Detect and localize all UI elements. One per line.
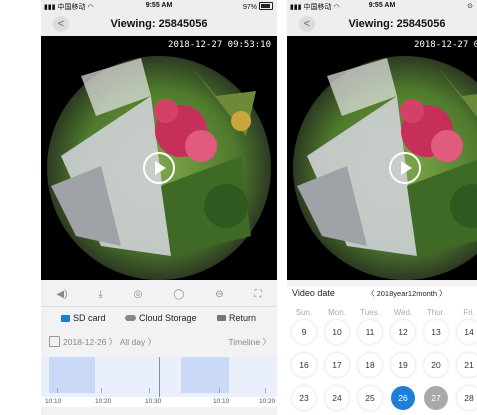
timeline-labels: 10:10 10:20 10:30 10:10 10:20	[41, 397, 277, 407]
battery-icon	[259, 2, 273, 10]
return-button[interactable]: Return	[217, 313, 256, 323]
calendar-day[interactable]: 13	[424, 320, 448, 344]
calendar-day[interactable]: 11	[358, 320, 382, 344]
play-button[interactable]	[143, 152, 175, 184]
video-date-label: Video date	[292, 288, 335, 298]
timeline-segment	[49, 357, 95, 393]
calendar-day[interactable]: 18	[358, 353, 382, 377]
calendar-screen: ▮▮▮ 中国移动 ◠ 9:55 AM ⊙ < Viewing: 25845056	[287, 0, 477, 415]
circle-view-icon[interactable]: ◯	[173, 289, 184, 300]
calendar-day[interactable]: 25	[358, 386, 382, 410]
calendar-day-today[interactable]: 27	[424, 386, 448, 410]
calendar-day[interactable]: 12	[391, 320, 415, 344]
fullscreen-icon[interactable]: ⛶	[255, 289, 262, 300]
cloud-icon	[125, 315, 136, 321]
calendar-day[interactable]: 28	[457, 386, 477, 410]
sd-card-icon	[61, 315, 70, 322]
range-select[interactable]: All day	[120, 337, 146, 347]
video-timestamp: 2018-12-27 09:53:10	[414, 40, 477, 50]
calendar-day[interactable]: 9	[292, 320, 316, 344]
divider	[41, 306, 277, 307]
calendar-day[interactable]: 23	[292, 386, 316, 410]
download-icon[interactable]: ⤓	[98, 289, 102, 300]
cloud-storage-tab[interactable]: Cloud Storage	[125, 313, 197, 323]
timeline-label: 10:10	[213, 398, 230, 405]
page-title: Viewing: 25845056	[348, 18, 446, 30]
recording-timeline[interactable]	[41, 357, 277, 397]
timeline-label: 10:10	[45, 398, 62, 405]
weekday-label: Wed.	[393, 308, 413, 317]
viewer-screen: ▮▮▮ 中国移动 ◠ 9:55 AM 97% < Viewing: 258450…	[41, 0, 277, 415]
page-title: Viewing: 25845056	[110, 18, 208, 30]
calendar-icon[interactable]	[49, 336, 60, 347]
nav-bar: < Viewing: 25845056	[41, 12, 277, 36]
timeline-toggle[interactable]: Timeline 〉	[228, 336, 271, 348]
calendar-day[interactable]: 17	[325, 353, 349, 377]
calendar-day[interactable]: 20	[424, 353, 448, 377]
sd-card-tab[interactable]: SD card	[61, 313, 106, 323]
timeline-tick	[101, 388, 102, 393]
battery-indicator: 97%	[243, 2, 273, 11]
timeline-label: 10:20	[259, 398, 276, 405]
camera-icon[interactable]: ◎	[134, 289, 143, 300]
control-toolbar: ◀) ⤓ ◎ ◯ ⊖ ⛶	[41, 284, 277, 304]
back-button[interactable]: <	[299, 16, 315, 32]
cylinder-view-icon[interactable]: ⊖	[215, 289, 223, 300]
calendar-header: Video date 〈 2018year12month 〉	[287, 286, 477, 300]
weekday-label: Sun.	[295, 308, 313, 317]
weekday-label: Tues.	[360, 308, 380, 317]
timeline-cursor[interactable]	[159, 357, 160, 397]
nav-bar: < Viewing: 25845056	[287, 12, 477, 36]
video-player[interactable]: 2018-12-27 09:53:10	[287, 36, 477, 280]
timeline-segment	[181, 357, 229, 393]
weekday-label: Thur.	[426, 308, 446, 317]
calendar-grid: Sun. Mon. Tues. Wed. Thur. Fri. 9 10 11 …	[287, 300, 477, 415]
timeline-tick	[149, 388, 150, 393]
date-filter-row: 2018-12-26 〉 All day 〉 Timeline 〉	[41, 336, 277, 350]
weekday-label: Fri.	[463, 308, 475, 317]
status-bar: ▮▮▮ 中国移动 ◠ 9:55 AM 97%	[41, 0, 277, 12]
weekday-label: Mon.	[328, 308, 346, 317]
date-value[interactable]: 2018-12-26	[63, 337, 106, 347]
timeline-label: 10:30	[145, 398, 162, 405]
video-timestamp: 2018-12-27 09:53:10	[168, 40, 271, 50]
calendar-day-selected[interactable]: 26	[391, 386, 415, 410]
calendar-day[interactable]: 19	[391, 353, 415, 377]
calendar-day[interactable]: 21	[457, 353, 477, 377]
return-icon	[217, 315, 226, 321]
calendar-day[interactable]: 16	[292, 353, 316, 377]
calendar-day[interactable]: 14	[457, 320, 477, 344]
timeline-tick	[57, 388, 58, 393]
calendar-day[interactable]: 24	[325, 386, 349, 410]
source-tabs: SD card Cloud Storage Return	[41, 313, 277, 327]
status-bar: ▮▮▮ 中国移动 ◠ 9:55 AM ⊙	[287, 0, 477, 12]
video-player[interactable]: 2018-12-27 09:53:10	[41, 36, 277, 280]
calendar-day[interactable]: 10	[325, 320, 349, 344]
status-time: 9:55 AM	[145, 2, 173, 9]
volume-icon[interactable]: ◀)	[56, 289, 67, 300]
timeline-label: 10:20	[95, 398, 112, 405]
battery-indicator: ⊙	[467, 3, 473, 10]
status-time: 9:55 AM	[368, 2, 396, 9]
fisheye-image	[287, 36, 477, 280]
play-button[interactable]	[389, 152, 421, 184]
month-selector[interactable]: 〈 2018year12month 〉	[367, 288, 447, 299]
timeline-tick	[219, 388, 220, 393]
timeline-tick	[265, 388, 266, 393]
